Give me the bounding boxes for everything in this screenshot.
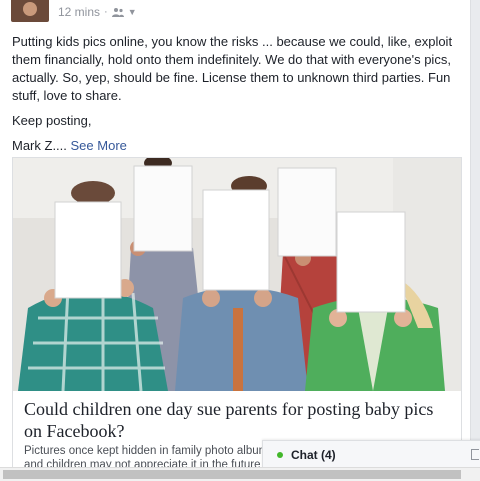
post-signature: Mark Z.... bbox=[12, 138, 67, 153]
author-avatar[interactable] bbox=[11, 0, 49, 22]
post-meta: 12 mins · ▼ bbox=[58, 5, 137, 19]
scrollbar-thumb[interactable] bbox=[3, 470, 461, 479]
link-headline[interactable]: Could children one day sue parents for p… bbox=[24, 398, 454, 442]
post-timestamp[interactable]: 12 mins bbox=[58, 5, 100, 19]
shared-link-card[interactable]: Could children one day sue parents for p… bbox=[12, 157, 462, 480]
post-body: Putting kids pics online, you know the r… bbox=[12, 33, 460, 155]
post-text-paragraph: Putting kids pics online, you know the r… bbox=[12, 34, 453, 103]
post-signature-line: Mark Z.... See More bbox=[12, 137, 460, 155]
news-feed-post: 12 mins · ▼ Putting kids pics online, yo… bbox=[0, 0, 471, 480]
online-dot-icon bbox=[277, 451, 283, 458]
children-holding-papers-illustration bbox=[13, 158, 461, 391]
meta-separator: · bbox=[104, 6, 108, 18]
link-preview-image[interactable] bbox=[13, 158, 461, 391]
horizontal-scrollbar[interactable] bbox=[0, 467, 480, 481]
friends-icon[interactable] bbox=[111, 7, 124, 17]
chat-options-icon[interactable] bbox=[471, 449, 479, 460]
chat-label: Chat (4) bbox=[291, 447, 336, 462]
chat-sidebar-toggle[interactable]: Chat (4) bbox=[262, 440, 480, 469]
post-text-paragraph: Keep posting, bbox=[12, 113, 92, 128]
chevron-down-icon[interactable]: ▼ bbox=[128, 7, 137, 17]
see-more-link[interactable]: See More bbox=[71, 138, 127, 153]
